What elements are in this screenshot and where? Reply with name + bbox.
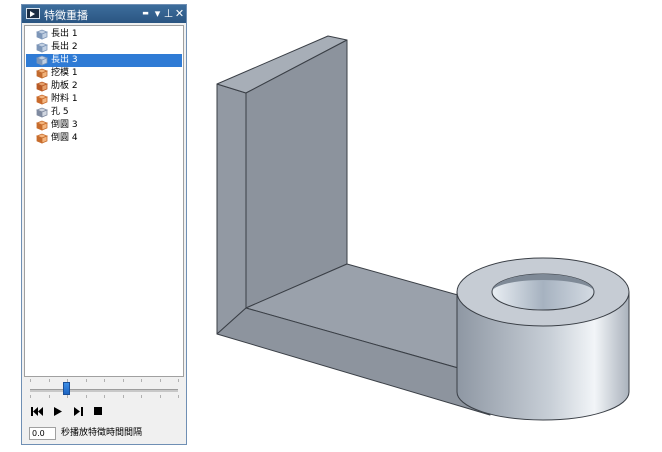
interval-label: 秒播放特徵時間間隔 [61, 428, 143, 438]
extrude-icon [36, 42, 48, 53]
panel-title: 特徵重播 [44, 9, 88, 22]
slider-tick [85, 395, 87, 398]
extrude-icon [36, 55, 48, 66]
slider-tick [141, 395, 142, 398]
rewind-button[interactable] [29, 404, 45, 418]
add-material-icon [36, 94, 48, 105]
slider-tick [159, 379, 161, 382]
tree-item[interactable]: 倒圓 3 [26, 119, 182, 132]
tree-item-label: 倒圓 3 [51, 120, 78, 130]
tree-item[interactable]: 長出 1 [26, 28, 182, 41]
tree-item-label: 長出 1 [51, 29, 78, 39]
play-icon [54, 406, 62, 416]
slider-tick [104, 395, 105, 398]
slider-tick [178, 379, 179, 382]
stop-button[interactable] [90, 404, 106, 418]
pin-icon[interactable]: ⊥ [163, 6, 174, 21]
slider-tick [122, 395, 124, 398]
tree-item[interactable]: 附料 1 [26, 93, 182, 106]
stop-icon [94, 407, 102, 415]
slider-tick [30, 379, 31, 382]
step-forward-button[interactable] [70, 404, 86, 418]
tree-item-label: 孔 5 [51, 107, 69, 117]
interval-seconds-input[interactable] [29, 427, 56, 440]
tree-item-label: 長出 3 [51, 55, 78, 65]
hole-icon [36, 107, 48, 118]
tree-item[interactable]: 長出 3 [26, 54, 182, 67]
slider-tick [48, 379, 50, 382]
slider-tick [178, 395, 179, 398]
panel-title-bar[interactable]: 特徵重播 ▬ ▾ ⊥ ✕ [22, 5, 186, 23]
film-player-icon [26, 8, 40, 19]
slider-tick [141, 379, 142, 382]
l-bracket-model [216, 35, 630, 421]
tree-item-label: 倒圓 4 [51, 133, 78, 143]
slider-tick [85, 379, 87, 382]
fillet-icon [36, 133, 48, 144]
fillet-icon [36, 120, 48, 131]
rib-icon [36, 81, 48, 92]
slider-tick [30, 395, 31, 398]
tree-item[interactable]: 孔 5 [26, 106, 182, 119]
play-button[interactable] [50, 404, 66, 418]
slider-tick [48, 395, 50, 398]
tree-item[interactable]: 長出 2 [26, 41, 182, 54]
minimize-icon[interactable]: ▬ [140, 6, 151, 21]
step-forward-icon [73, 406, 83, 416]
cut-icon [36, 68, 48, 79]
feature-tree[interactable]: 長出 1 長出 2 長出 3 挖模 1 肋板 2 附料 1 孔 5 倒圓 3 倒圓 4 [24, 25, 184, 377]
replay-slider-track[interactable] [30, 389, 178, 392]
upright-front-face [216, 83, 247, 335]
tree-item[interactable]: 肋板 2 [26, 80, 182, 93]
slider-tick [67, 395, 68, 398]
replay-slider-thumb[interactable] [63, 382, 70, 395]
tree-item-label: 挖模 1 [51, 68, 78, 78]
slider-tick [104, 379, 105, 382]
dropdown-icon[interactable]: ▾ [152, 6, 163, 21]
tree-item-label: 附料 1 [51, 94, 78, 104]
rewind-icon [31, 406, 43, 416]
tree-item[interactable]: 倒圓 4 [26, 132, 182, 145]
tree-item-label: 肋板 2 [51, 81, 78, 91]
feature-replay-panel: 特徵重播 ▬ ▾ ⊥ ✕ 長出 1 長出 2 長出 3 挖模 1 肋板 2 附料 1 孔 5… [21, 4, 187, 445]
slider-tick [159, 395, 161, 398]
model-viewport[interactable] [200, 20, 660, 440]
slider-tick [67, 379, 68, 382]
slider-tick [122, 379, 124, 382]
tree-item[interactable]: 挖模 1 [26, 67, 182, 80]
close-icon[interactable]: ✕ [174, 6, 185, 21]
extrude-icon [36, 29, 48, 40]
tree-item-label: 長出 2 [51, 42, 78, 52]
